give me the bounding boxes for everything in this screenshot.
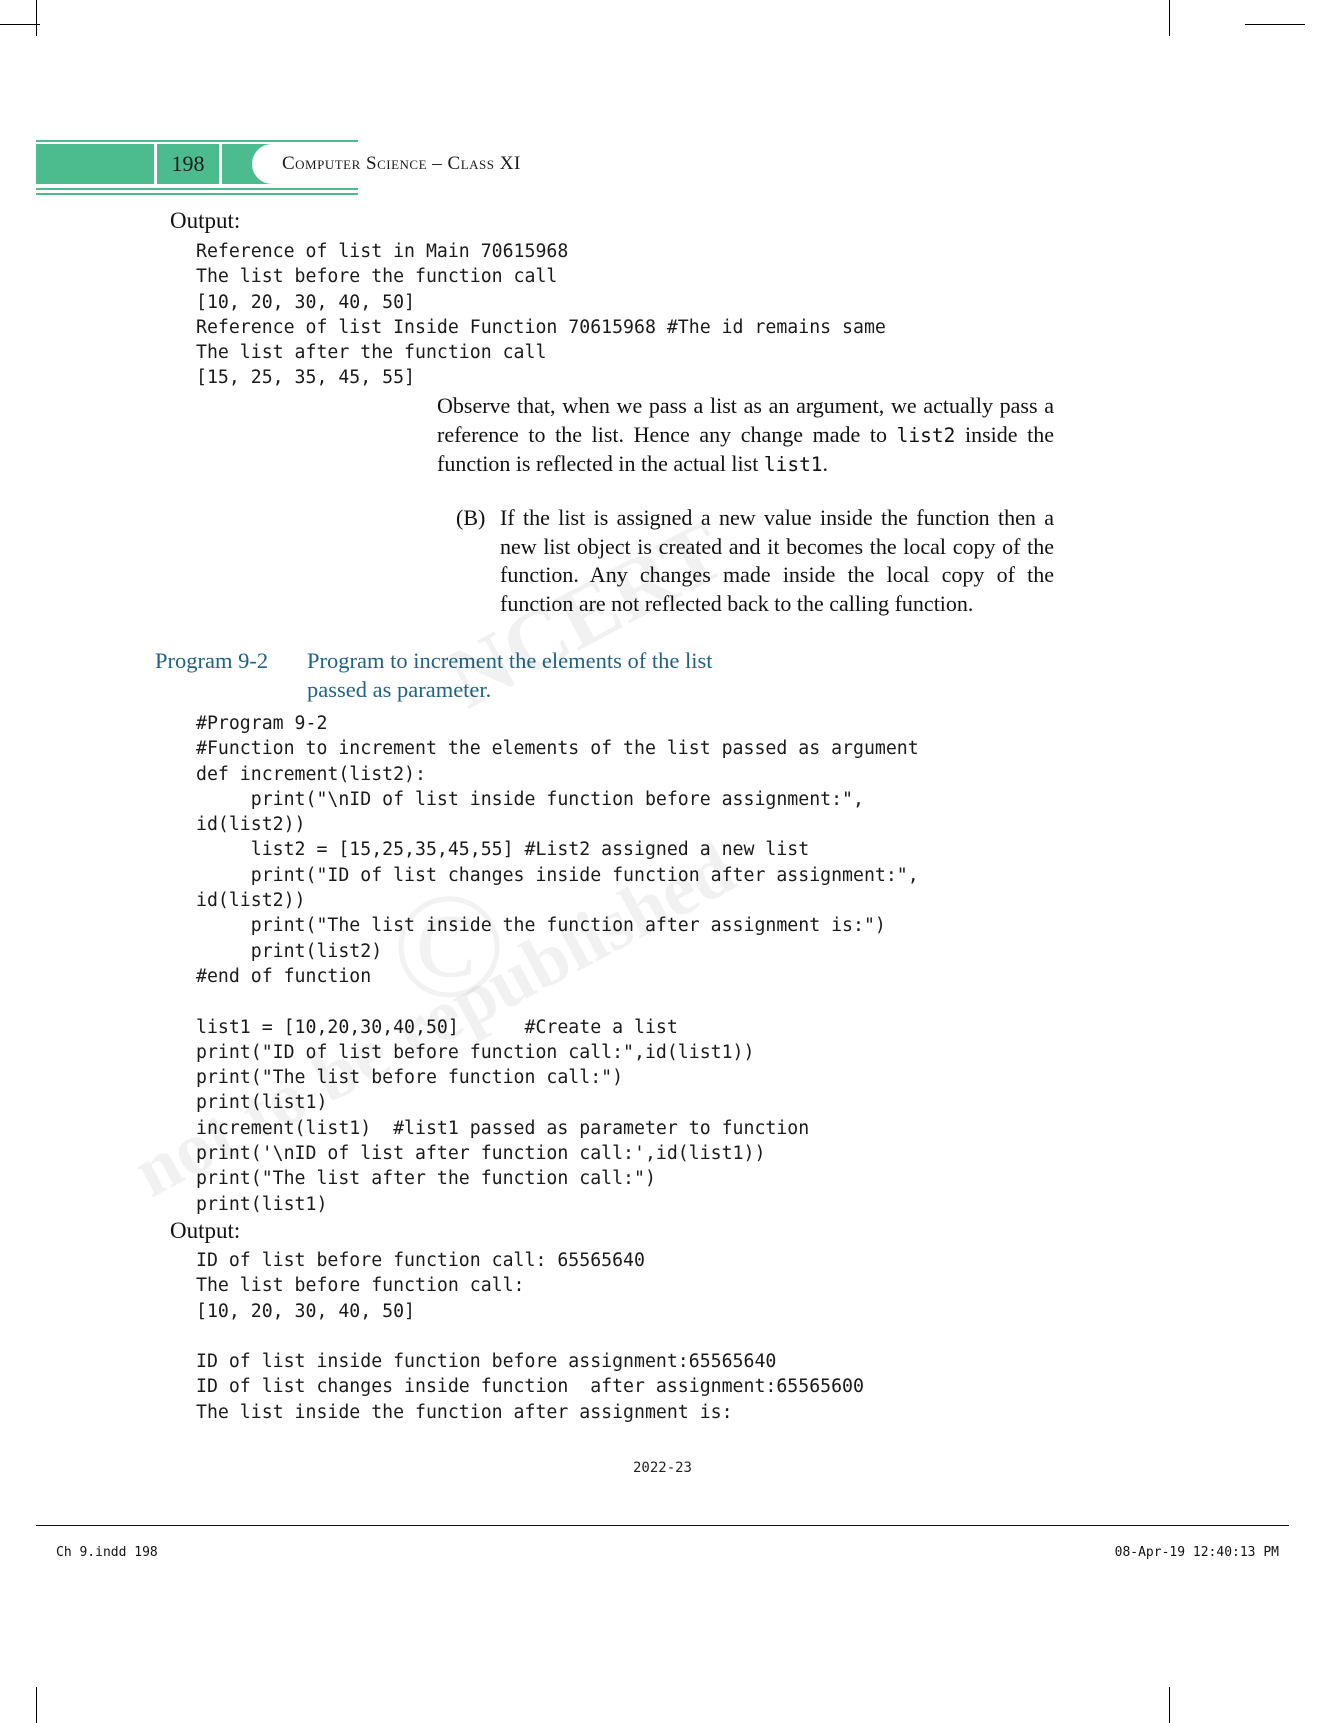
program-heading-label: Program 9-2 — [155, 648, 269, 673]
observe-code-list2: list2 — [896, 423, 956, 447]
program-heading: Program 9-2 Program to increment the ele… — [155, 646, 775, 708]
book-title: Computer Science – Class XI — [282, 153, 521, 174]
footer-timestamp: 08-Apr-19 12:40:13 PM — [1114, 1545, 1279, 1560]
crop-mark-bottom-right — [1169, 1687, 1170, 1723]
page-number: 198 — [157, 144, 219, 184]
bottom-output-code: ID of list before function call: 6556564… — [196, 1250, 864, 1423]
crop-mark-top-left — [36, 0, 37, 36]
crop-mark-left-top — [0, 24, 40, 25]
crop-mark-bottom-left — [36, 1687, 37, 1723]
header-rule-bottom-2 — [36, 193, 358, 195]
program-heading-title: Program to increment the elements of the… — [307, 648, 713, 702]
footer-rule — [36, 1525, 1289, 1526]
top-output-label: Output: — [170, 208, 241, 233]
textbook-page: NCERT not to be republished © 198 Comput… — [0, 0, 1325, 1723]
footer-file-label: Ch 9.indd 198 — [56, 1545, 158, 1560]
item-b-marker: (B) — [456, 505, 486, 530]
header-rule-top — [36, 140, 358, 142]
crop-mark-right-top — [1245, 24, 1305, 25]
header-accent-block — [36, 144, 154, 184]
top-output-code: Reference of list in Main 70615968 The l… — [196, 241, 886, 389]
program-code-block: #Program 9-2 #Function to increment the … — [196, 713, 919, 1215]
edition-year: 2022-23 — [632, 1460, 692, 1476]
bottom-output-label: Output: — [170, 1218, 241, 1243]
header-title-container: Computer Science – Class XI — [222, 144, 1222, 184]
header-rule-bottom-1 — [36, 188, 358, 190]
observe-paragraph: Observe that, when we pass a list as an … — [437, 392, 1054, 480]
observe-code-list1: list1 — [763, 453, 823, 477]
running-header: 198 Computer Science – Class XI — [36, 144, 1222, 184]
item-b-text: If the list is assigned a new value insi… — [500, 505, 1054, 616]
observe-text-3: . — [822, 451, 829, 477]
crop-mark-top-right — [1169, 0, 1170, 36]
